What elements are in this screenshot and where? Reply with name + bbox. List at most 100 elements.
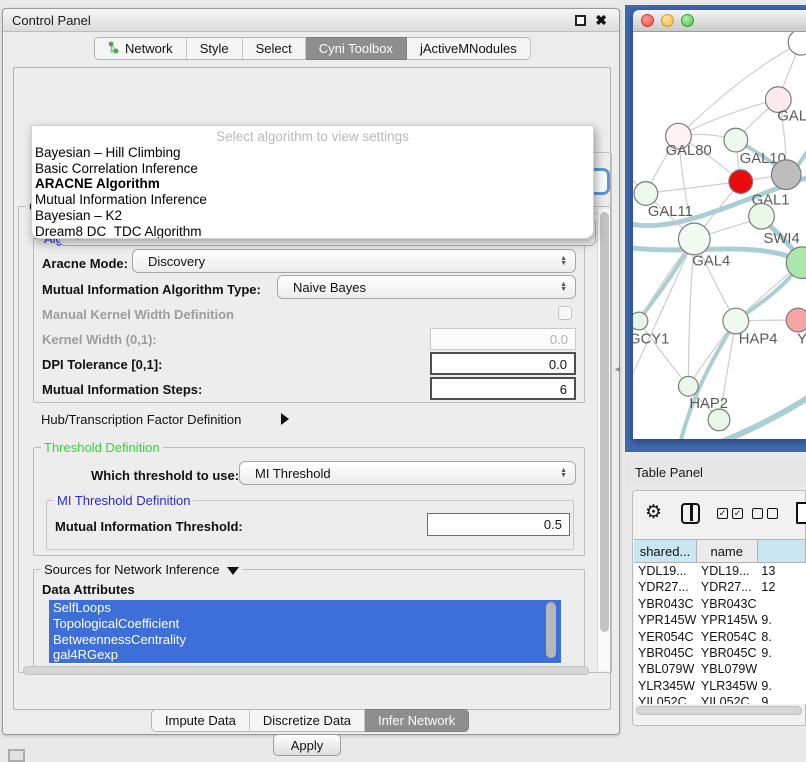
minimize-traffic-icon[interactable] (661, 14, 674, 27)
dropdown-item[interactable]: Bayesian – Hill Climbing (32, 145, 593, 161)
list-item[interactable]: TopologicalCoefficient (49, 616, 561, 632)
deselect-all-checks-icon[interactable] (752, 508, 778, 519)
algorithm-definition-group: Algorithm Definition Aracne Mode: Discov… (33, 238, 585, 403)
table-panel-title: Table Panel (635, 465, 703, 480)
hub-definition-label[interactable]: Hub/Transcription Factor Definition (41, 412, 241, 427)
mi-type-combo[interactable]: Naive Bayes ▲▼ (277, 275, 576, 299)
table-cell (757, 661, 806, 677)
apply-button[interactable]: Apply (273, 734, 341, 756)
table-cell: YBR043C (634, 596, 697, 612)
network-graph[interactable]: GALGAL80GAL10GAL1GAL11SWI4GAL4GCY1HAP4YH… (633, 32, 806, 439)
list-item[interactable]: gal4RGexp (49, 647, 561, 663)
close-icon[interactable]: ✖ (595, 12, 607, 29)
tab-label: Select (256, 41, 292, 56)
table-header-row: shared...name (634, 540, 806, 563)
network-node-hap2[interactable] (678, 376, 698, 396)
network-node-gcy1[interactable] (633, 312, 648, 330)
table-horizontal-scrollbar[interactable] (635, 705, 804, 717)
panel-title: Control Panel (12, 13, 91, 28)
column-header[interactable]: name (697, 540, 758, 563)
network-node-swi4[interactable] (749, 203, 775, 229)
network-node[interactable] (708, 409, 730, 431)
table-row[interactable]: YBL079WYBL079W (634, 661, 806, 677)
table-row[interactable]: YBR045CYBR045C9. (634, 645, 806, 661)
network-window-titlebar[interactable] (633, 10, 806, 32)
which-threshold-value: MI Threshold (255, 466, 331, 481)
network-node-gal4[interactable] (678, 223, 710, 255)
network-edge[interactable] (722, 392, 806, 439)
data-attributes-list[interactable]: SelfLoopsTopologicalCoefficientBetweenne… (49, 600, 561, 664)
document-icon[interactable] (796, 502, 806, 524)
kernel-width-field[interactable]: 0.0 (430, 328, 576, 350)
list-item[interactable]: BetweennessCentrality (49, 632, 561, 648)
tab-style[interactable]: Style (187, 37, 243, 60)
network-edge[interactable] (646, 182, 741, 194)
network-node-gal11[interactable] (634, 182, 658, 206)
table-row[interactable]: YIL052CYIL052C9 (634, 694, 806, 704)
dropdown-item-list: Bayesian – Hill ClimbingBasic Correlatio… (32, 145, 593, 239)
control-panel-window: Control Panel ✖ NetworkStyle Select Cyni T… (2, 8, 620, 735)
network-node[interactable] (788, 32, 806, 55)
table-row[interactable]: YER054CYER054C8. (634, 629, 806, 645)
dropdown-item[interactable]: Basic Correlation Inference (32, 161, 593, 177)
mi-threshold-field[interactable]: 0.5 (427, 513, 570, 536)
node-table[interactable]: shared...nameYDL19...YDL19...13YDR27...Y… (634, 539, 806, 704)
columns-icon[interactable] (681, 503, 700, 524)
table-cell: 13 (757, 563, 806, 579)
list-item[interactable]: SelfLoops (49, 600, 561, 616)
tab-network[interactable]: Network (94, 37, 187, 60)
corner-widget[interactable] (8, 749, 25, 762)
float-window-icon[interactable] (575, 15, 586, 26)
table-row[interactable]: YLR345WYLR345W9. (634, 678, 806, 694)
table-cell: YPR145W (697, 612, 758, 628)
manual-kernel-checkbox[interactable] (558, 306, 572, 320)
column-header[interactable] (758, 540, 806, 563)
tab-label: Discretize Data (263, 713, 351, 728)
collapse-down-icon[interactable] (227, 567, 239, 575)
network-node-hap4[interactable] (723, 308, 749, 334)
mi-steps-field[interactable]: 6 (430, 377, 576, 400)
tab-select[interactable]: Select (243, 37, 306, 60)
scrollbar-thumb[interactable] (600, 212, 609, 632)
column-header[interactable]: shared... (634, 540, 697, 563)
splitter-collapse-icon[interactable]: ◄ (613, 364, 622, 374)
table-cell: YDR27... (634, 579, 697, 595)
aracne-mode-combo[interactable]: Discovery ▲▼ (132, 249, 576, 273)
network-node-y[interactable] (786, 308, 806, 332)
dropdown-item[interactable]: ARACNE Algorithm (32, 176, 593, 192)
table-row[interactable]: YDL19...YDL19...13 (634, 563, 806, 579)
list-vertical-scrollbar[interactable] (546, 602, 556, 658)
gear-icon[interactable]: ⚙ (645, 501, 662, 524)
tab-impute-data[interactable]: Impute Data (151, 709, 250, 732)
network-canvas[interactable]: GALGAL80GAL10GAL1GAL11SWI4GAL4GCY1HAP4YH… (633, 32, 806, 439)
table-row[interactable]: YDR27...YDR27...12 (634, 579, 806, 595)
tab-infer-network[interactable]: Infer Network (365, 709, 469, 732)
settings-horizontal-scrollbar[interactable] (23, 666, 589, 675)
zoom-traffic-icon[interactable] (681, 14, 694, 27)
tab-cyni-toolbox[interactable]: Cyni Toolbox (306, 37, 407, 60)
network-node-gal1[interactable] (729, 170, 753, 194)
table-cell: 9. (757, 645, 806, 661)
network-node-gal10[interactable] (724, 128, 748, 152)
table-panel-body: ⚙ ✓✓ shared...nameYDL19...YDL19...13YDR2… (632, 490, 806, 726)
dropdown-item[interactable]: Mutual Information Inference (32, 192, 593, 208)
table-row[interactable]: YBR043CYBR043C (634, 596, 806, 612)
settings-vertical-scrollbar[interactable] (597, 209, 610, 671)
close-traffic-icon[interactable] (641, 14, 654, 27)
which-threshold-combo[interactable]: MI Threshold ▲▼ (239, 461, 576, 485)
expand-right-icon[interactable] (281, 413, 289, 425)
table-row[interactable]: YPR145WYPR145W9. (634, 612, 806, 628)
dpi-tolerance-field[interactable]: 0.0 (430, 352, 576, 375)
dropdown-item[interactable]: Bayesian – K2 (32, 208, 593, 224)
sources-group-title[interactable]: Sources for Network Inference (41, 562, 242, 577)
scrollbar-thumb[interactable] (636, 706, 802, 715)
dropdown-item[interactable]: Dream8 DC_TDC Algorithm (32, 224, 593, 239)
table-cell: YBL079W (634, 661, 697, 677)
tab-discretize-data[interactable]: Discretize Data (250, 709, 365, 732)
table-cell: YLR345W (697, 678, 758, 694)
tab-jactivemnodules[interactable]: jActiveMNodules (407, 37, 531, 60)
which-threshold-label: Which threshold to use: (91, 468, 239, 483)
network-node[interactable] (771, 160, 801, 190)
mi-steps-label: Mutual Information Steps: (42, 382, 202, 397)
select-all-checks-icon[interactable]: ✓✓ (717, 508, 743, 519)
